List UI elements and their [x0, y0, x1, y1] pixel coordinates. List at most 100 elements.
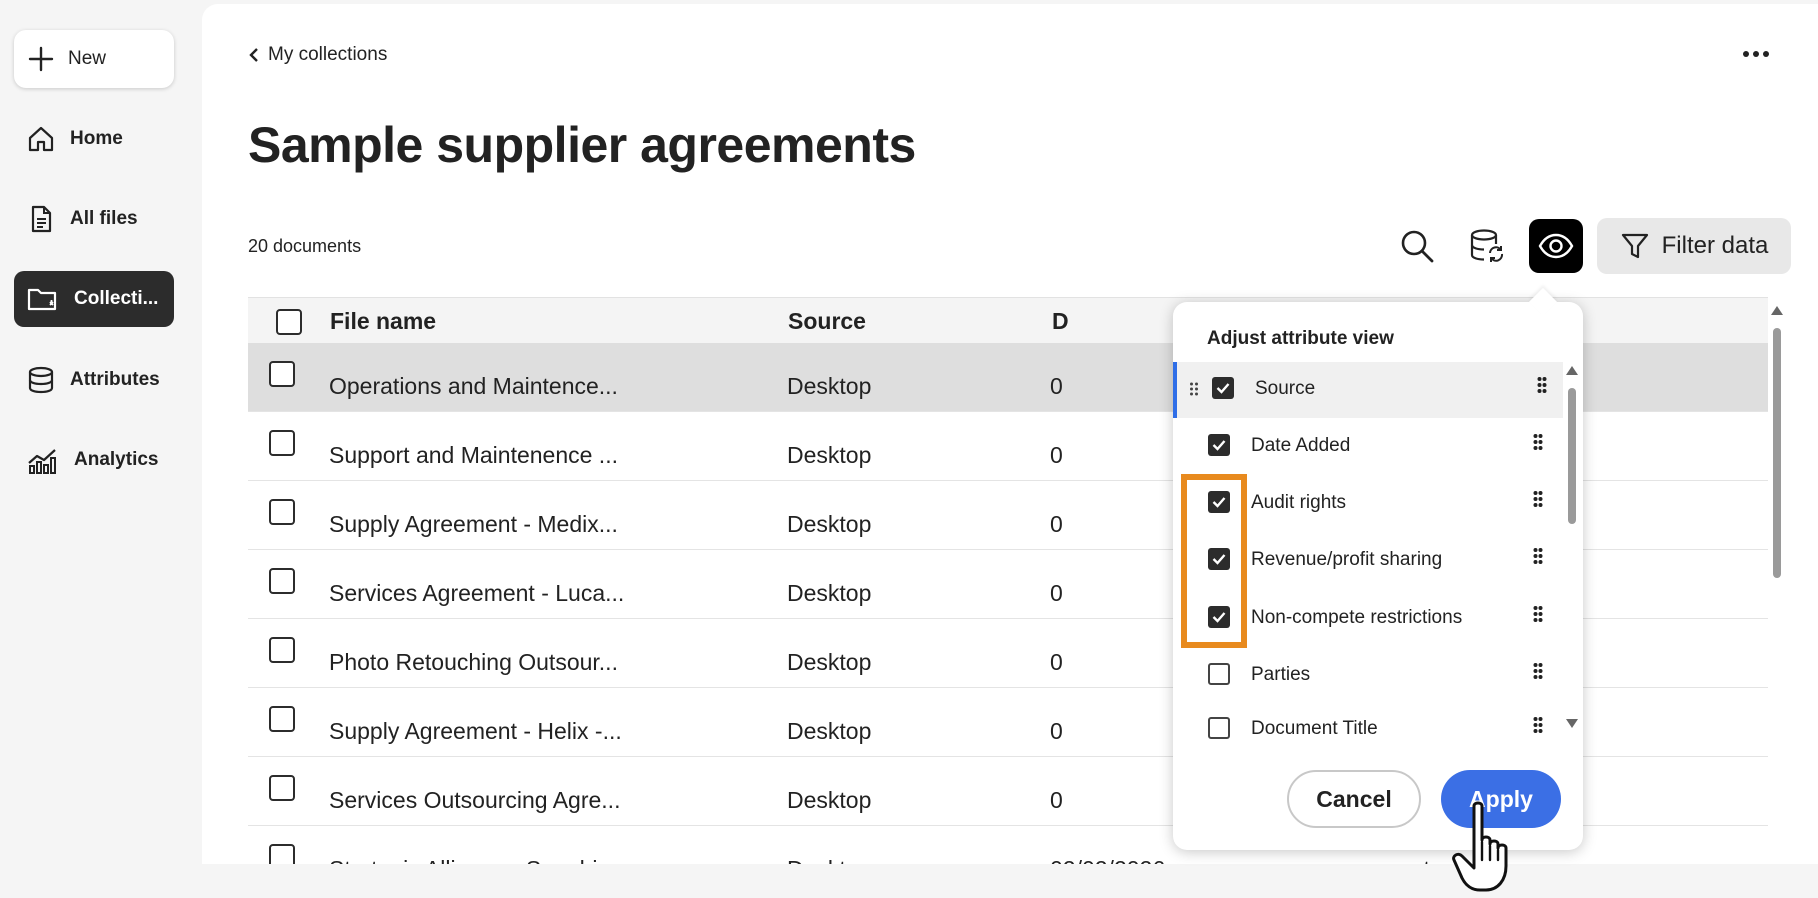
select-all-checkbox[interactable] [276, 309, 302, 335]
attribute-label: Audit rights [1251, 492, 1347, 513]
attribute-item-parties[interactable]: Parties [1173, 648, 1563, 704]
row-checkbox[interactable] [269, 844, 295, 864]
attribute-item-date-added[interactable]: Date Added [1173, 419, 1563, 475]
file-name-cell[interactable]: Supply Agreement - Helix -... [329, 718, 622, 745]
filter-data-label: Filter data [1661, 232, 1769, 259]
drag-handle-icon[interactable] [1537, 376, 1547, 398]
file-name-cell[interactable]: Supply Agreement - Medix... [329, 511, 618, 538]
drag-handle-icon[interactable] [1533, 716, 1543, 738]
more-options-button[interactable] [1736, 40, 1776, 68]
search-button[interactable] [1390, 219, 1444, 273]
table-scrollbar-thumb[interactable] [1773, 328, 1781, 578]
source-cell: Desktop [787, 856, 871, 864]
attribute-label: Parties [1251, 664, 1311, 685]
date-cell: 0 [1050, 580, 1063, 606]
more-dot-icon [1753, 51, 1759, 57]
scroll-up-arrow-icon [1771, 306, 1783, 315]
file-name-cell[interactable]: Strategic Alliance - Sapphir... [329, 856, 623, 864]
sidebar-item-home[interactable]: Home [14, 111, 174, 167]
attribute-checkbox[interactable] [1212, 377, 1234, 399]
attribute-label: Date Added [1251, 435, 1351, 456]
source-cell: Desktop [787, 373, 872, 399]
search-icon [1401, 230, 1434, 263]
collection-folder-icon [27, 288, 57, 311]
filter-funnel-icon [1621, 233, 1648, 259]
sidebar-item-collections[interactable]: Collecti... [14, 271, 174, 327]
source-cell: Desktop [787, 580, 872, 606]
sidebar-item-attributes[interactable]: Attributes [14, 352, 174, 408]
attribute-item-document-title[interactable]: Document Title [1173, 702, 1563, 740]
file-name-cell[interactable]: Services Outsourcing Agre... [329, 787, 620, 814]
drag-handle-icon[interactable] [1533, 490, 1543, 512]
attribute-checkbox[interactable] [1208, 717, 1230, 739]
source-cell: Desktop [787, 649, 872, 675]
eye-icon [1538, 233, 1574, 259]
adjust-view-button[interactable] [1529, 219, 1583, 273]
attribute-list-scrollbar-thumb[interactable] [1568, 388, 1576, 524]
file-name-cell[interactable]: Operations and Maintence... [329, 373, 618, 400]
date-cell: 0 [1050, 442, 1063, 468]
file-name-cell[interactable]: Photo Retouching Outsour... [329, 649, 618, 676]
file-icon [31, 205, 52, 233]
row-checkbox[interactable] [269, 568, 295, 594]
file-name-cell[interactable]: Support and Maintenence ... [329, 442, 618, 469]
adjust-attribute-view-popover: Adjust attribute view Source Date Added … [1173, 287, 1583, 850]
sidebar: New Home All files Collecti... Attribute… [0, 0, 200, 898]
sidebar-item-all-files[interactable]: All files [14, 191, 174, 247]
attribute-checkbox[interactable] [1208, 663, 1230, 685]
more-dot-icon [1743, 51, 1749, 57]
hand-pointer-cursor-icon [1452, 801, 1508, 892]
row-checkbox[interactable] [269, 361, 295, 387]
drag-handle-icon[interactable] [1533, 605, 1543, 627]
drag-handle-icon [1190, 382, 1198, 396]
drag-handle-icon[interactable] [1533, 662, 1543, 684]
attribute-label: Revenue/profit sharing [1251, 549, 1443, 570]
date-cell: 0 [1050, 511, 1063, 537]
attribute-label: Document Title [1251, 718, 1378, 739]
column-header-source[interactable]: Source [788, 308, 866, 335]
column-header-file-name[interactable]: File name [330, 308, 436, 335]
plus-icon [28, 46, 54, 72]
filter-data-button[interactable]: Filter data [1597, 218, 1791, 274]
column-header-date[interactable]: D [1052, 308, 1069, 335]
sidebar-item-analytics[interactable]: Analytics [14, 432, 174, 488]
sidebar-item-label: All files [70, 208, 138, 229]
sidebar-item-label: Collecti... [74, 288, 159, 309]
table-scrollbar[interactable] [1770, 304, 1783, 864]
new-button[interactable]: New [14, 30, 174, 88]
home-icon [28, 126, 54, 152]
row-checkbox[interactable] [269, 637, 295, 663]
source-cell: Desktop [787, 442, 872, 468]
row-checkbox[interactable] [269, 775, 295, 801]
database-icon [28, 366, 54, 394]
sidebar-item-label: Home [70, 128, 123, 149]
new-button-label: New [68, 48, 107, 69]
drag-handle-icon[interactable] [1533, 547, 1543, 569]
attribute-item-source[interactable]: Source [1173, 362, 1563, 418]
date-cell: 0 [1050, 787, 1063, 813]
date-cell: 0 [1050, 718, 1063, 744]
breadcrumb-label: My collections [268, 44, 388, 65]
row-checkbox[interactable] [269, 430, 295, 456]
analytics-chart-icon [28, 449, 56, 474]
checkbox-highlight-annotation [1181, 474, 1247, 648]
date-cell: 0 [1050, 373, 1063, 399]
row-checkbox[interactable] [269, 706, 295, 732]
file-name-cell[interactable]: Services Agreement - Luca... [329, 580, 624, 607]
page-title: Sample supplier agreements [248, 117, 916, 173]
row-checkbox[interactable] [269, 499, 295, 525]
date-cell: 02/02/2026 [1050, 856, 1165, 864]
breadcrumb[interactable]: My collections [248, 44, 387, 66]
cancel-button[interactable]: Cancel [1287, 770, 1421, 828]
attribute-label: Source [1255, 378, 1316, 399]
chevron-left-icon [249, 48, 258, 62]
drag-handle-icon[interactable] [1533, 433, 1543, 455]
checkmark-icon [1212, 440, 1226, 451]
database-refresh-icon [1470, 229, 1504, 262]
refresh-data-button[interactable] [1460, 219, 1514, 273]
document-count: 20 documents [248, 236, 362, 256]
more-dot-icon [1763, 51, 1769, 57]
attribute-checkbox[interactable] [1208, 434, 1230, 456]
sidebar-item-label: Analytics [74, 449, 159, 470]
attribute-list-scrollbar[interactable] [1565, 364, 1579, 728]
